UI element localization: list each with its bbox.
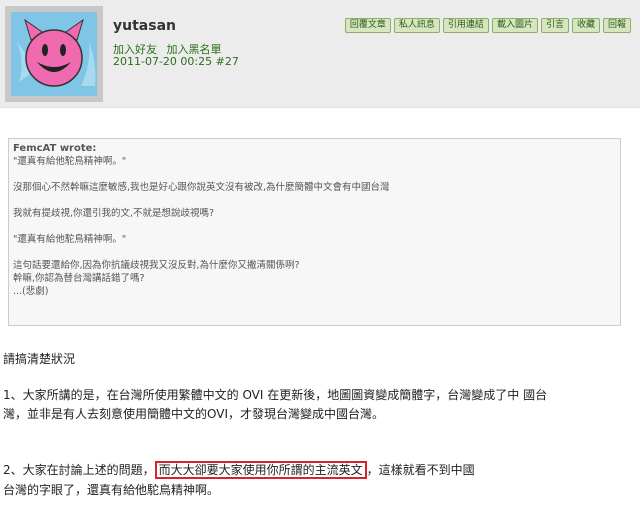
quote-author: FemcAT wrote: <box>13 143 97 154</box>
username[interactable]: yutasan <box>113 18 176 34</box>
quote-line: 幹嘛,你認為替台灣講話錯了嗎? <box>13 273 145 284</box>
quote-line: 我就有提歧視,你還引我的文,不就是想說歧視嗎? <box>13 208 215 219</box>
post-number[interactable]: #27 <box>216 55 239 68</box>
private-message-button[interactable]: 私人訊息 <box>393 18 440 33</box>
quote-line <box>13 168 616 181</box>
load-images-button[interactable]: 載入圖片 <box>491 18 538 33</box>
body-p2-prefix: 2、大家在討論上述的問題， <box>3 463 155 477</box>
report-button[interactable]: 回報 <box>602 18 631 33</box>
quote-line <box>13 220 616 233</box>
quote-line: ...(悲劇) <box>13 286 49 297</box>
quote-line: "還真有給他駝鳥精神啊。" <box>13 234 127 245</box>
reply-button[interactable]: 回覆文章 <box>344 18 391 33</box>
quote-line <box>13 246 616 259</box>
quote-line: "還真有給他駝鳥精神啊。" <box>13 156 127 167</box>
quote-link-button[interactable]: 引用連結 <box>442 18 489 33</box>
body-p2-line2: 台灣的字眼了，還真有給他駝鳥精神啊。 <box>3 483 220 497</box>
quote-line: 這句話要還給你,因為你抗議歧視我又沒反對,為什麼你又撇清關係咧? <box>13 260 300 271</box>
bookmark-button[interactable]: 收藏 <box>571 18 600 33</box>
quote-line: 沒那個心不然幹嘛這麼敏感,我也是好心跟你說英文沒有被改,為什麼簡體中文會有中國台… <box>13 182 390 193</box>
body-p2-line1: 2、大家在討論上述的問題， 而大大卻要大家使用你所謂的主流英文 ，這樣就看不到中國 <box>3 461 475 479</box>
quote-button[interactable]: 引言 <box>540 18 569 33</box>
body-p1-line2: 灣，並非是有人去刻意使用簡體中文的OVI，才發現台灣變成中國台灣。 <box>3 407 384 421</box>
body-p1-line1: 1、大家所講的是，在台灣所使用繁體中文的 OVI 在更新後，地圖圖資變成簡體字，… <box>3 388 548 402</box>
avatar-image <box>11 12 97 96</box>
post-date: 2011-07-20 00:25 <box>113 55 213 68</box>
post-meta: 2011-07-20 00:25 #27 <box>113 55 239 68</box>
devil-smiley-icon <box>11 12 97 96</box>
body-p2-suffix: ，這樣就看不到中國 <box>366 463 475 477</box>
quote-line <box>13 194 616 207</box>
post-header: yutasan 加入好友 加入黑名單 2011-07-20 00:25 #27 … <box>0 0 640 108</box>
highlighted-phrase: 而大大卻要大家使用你所謂的主流英文 <box>154 461 367 479</box>
post-toolbar: 回覆文章 私人訊息 引用連結 載入圖片 引言 收藏 回報 <box>344 18 631 33</box>
avatar[interactable] <box>5 6 103 102</box>
quote-box: FemcAT wrote: "還真有給他駝鳥精神啊。" 沒那個心不然幹嘛這麼敏感… <box>8 138 621 326</box>
body-line-intro: 請搞清楚狀況 <box>3 352 76 366</box>
